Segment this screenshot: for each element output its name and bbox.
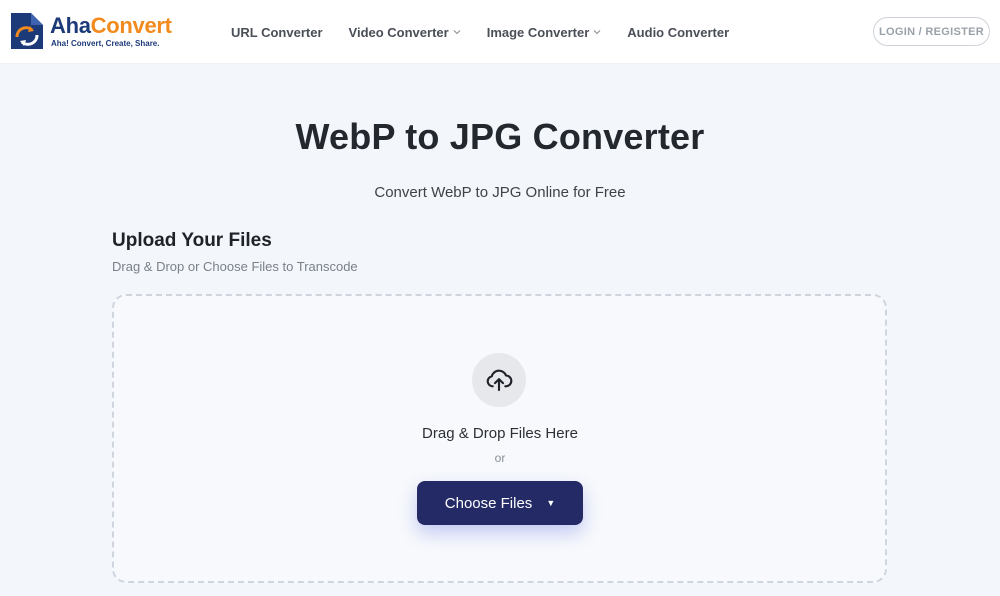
upload-icon-circle[interactable] [472,353,526,407]
caret-down-icon: ▼ [546,498,556,508]
choose-files-label: Choose Files [444,494,533,512]
chevron-down-icon [593,30,601,35]
nav-audio-converter[interactable]: Audio Converter [627,25,729,40]
page-title: WebP to JPG Converter [295,116,705,157]
cloud-upload-icon [486,369,513,392]
logo-brand-part2: Convert [90,13,172,38]
or-separator: or [494,451,506,465]
logo-wordmark: AhaConvert [50,13,172,39]
logo-tagline: Aha! Convert, Create, Share. [51,39,160,48]
upload-heading: Upload Your Files [112,230,272,251]
nav-label: Video Converter [348,24,449,40]
nav-url-converter[interactable]: URL Converter [231,25,323,40]
nav-video-converter[interactable]: Video Converter [349,25,461,40]
nav-label: URL Converter [231,24,323,40]
logo-mark-icon [11,13,43,49]
nav-label: Audio Converter [627,24,730,40]
main-nav: URL Converter Video Converter Image Conv… [231,0,755,64]
logo[interactable]: AhaConvert Aha! Convert, Create, Share. [7,11,187,51]
page-subtitle: Convert WebP to JPG Online for Free [374,184,626,201]
nav-label: Image Converter [486,24,590,40]
nav-image-converter[interactable]: Image Converter [487,25,602,40]
site-header: AhaConvert Aha! Convert, Create, Share. … [0,0,1000,64]
drop-files-text: Drag & Drop Files Here [422,425,578,442]
upload-subheading: Drag & Drop or Choose Files to Transcode [112,259,358,274]
choose-files-button[interactable]: Choose Files ▼ [417,481,583,525]
login-register-button[interactable]: LOGIN / REGISTER [873,17,990,46]
chevron-down-icon [453,30,461,35]
logo-brand-part1: Aha [50,13,91,38]
